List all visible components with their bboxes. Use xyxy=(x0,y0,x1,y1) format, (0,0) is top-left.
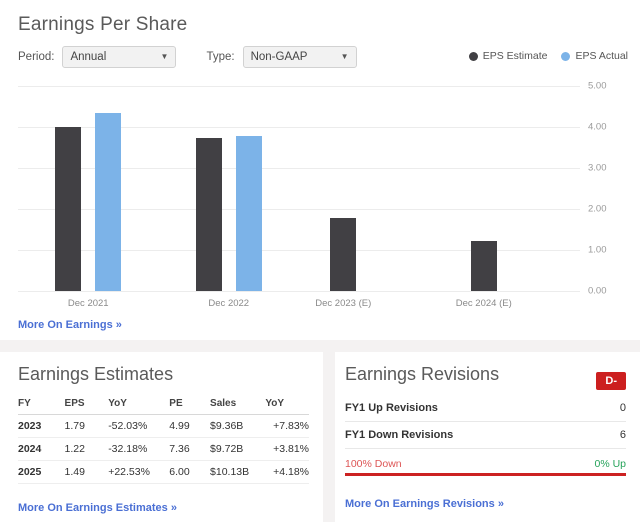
chevron-down-icon: ▼ xyxy=(340,52,349,61)
bottom-panels: Earnings Estimates FY EPS YoY PE Sales Y… xyxy=(0,352,640,522)
table-header-row: FY EPS YoY PE Sales YoY xyxy=(18,395,309,415)
revisions-grade-badge: D- xyxy=(596,371,626,390)
cell-eps-yoy: -32.18% xyxy=(108,437,170,461)
cell-pe: 7.36 xyxy=(169,437,211,461)
x-axis-tick-label: Dec 2023 (E) xyxy=(315,298,372,309)
y-axis-tick-label: 1.00 xyxy=(588,244,607,256)
fy1-up-revisions-label: FY1 Up Revisions xyxy=(345,402,438,414)
cell-eps-yoy: +22.53% xyxy=(108,460,170,484)
cell-fy: 2024 xyxy=(18,437,65,461)
x-axis-tick-label: Dec 2022 xyxy=(208,298,250,309)
fy1-up-revisions-row: FY1 Up Revisions 0 xyxy=(345,395,626,422)
column-header-yoy: YoY xyxy=(108,395,170,415)
earnings-estimates-panel: Earnings Estimates FY EPS YoY PE Sales Y… xyxy=(0,352,323,522)
panel-divider xyxy=(323,352,335,522)
table-row: 2024 1.22 -32.18% 7.36 $9.72B +3.81% xyxy=(18,437,309,461)
period-label: Period: xyxy=(18,51,55,63)
y-axis-tick-label: 2.00 xyxy=(588,203,607,215)
more-on-earnings-link[interactable]: More On Earnings » xyxy=(18,319,122,331)
more-on-earnings-estimates-link[interactable]: More On Earnings Estimates » xyxy=(18,502,177,514)
chart-x-axis: Dec 2021 Dec 2022 Dec 2023 (E) Dec 2024 (E) xyxy=(18,294,580,314)
chart-legend: EPS Estimate EPS Actual xyxy=(468,50,628,62)
cell-sales-yoy: +3.81% xyxy=(265,437,309,461)
period-select-value: Annual xyxy=(70,51,107,63)
table-row: 2025 1.49 +22.53% 6.00 $10.13B +4.18% xyxy=(18,460,309,484)
gridline xyxy=(18,291,580,292)
cell-sales: $9.72B xyxy=(210,437,266,461)
more-on-earnings-revisions-link[interactable]: More On Earnings Revisions » xyxy=(345,498,504,510)
type-select-value: Non-GAAP xyxy=(250,51,308,63)
cell-sales: $9.36B xyxy=(210,414,266,438)
table-row: 2023 1.79 -52.03% 4.99 $9.36B +7.83% xyxy=(18,414,309,438)
earnings-estimates-table: FY EPS YoY PE Sales YoY 2023 1.79 -52.03% 4… xyxy=(18,395,309,484)
earnings-estimates-title: Earnings Estimates xyxy=(18,364,174,384)
type-label: Type: xyxy=(206,51,235,63)
chart-bar[interactable] xyxy=(235,136,262,291)
chart-bar[interactable] xyxy=(55,127,82,291)
chart-controls: Period: Annual ▼ Type: Non-GAAP ▼ xyxy=(18,46,357,68)
y-axis-tick-label: 3.00 xyxy=(588,162,607,174)
section-divider xyxy=(0,340,640,352)
column-header-sales: Sales xyxy=(210,395,266,415)
y-axis-tick-label: 4.00 xyxy=(588,121,607,133)
type-select[interactable]: Non-GAAP ▼ xyxy=(242,46,357,68)
page-title: Earnings Per Share xyxy=(18,14,188,35)
chevron-down-icon: ▼ xyxy=(160,52,169,61)
chart-plot-area: 0.00 1.00 2.00 3.00 4.00 5.00 Dec 2021 Dec 202… xyxy=(18,81,622,314)
earnings-revisions-panel: Earnings Revisions D- FY1 Up Revisions 0… xyxy=(335,352,640,522)
legend-label: EPS Actual xyxy=(575,50,628,62)
column-header-sales-yoy: YoY xyxy=(265,395,309,415)
chart-bar[interactable] xyxy=(470,240,497,291)
fy1-down-revisions-row: FY1 Down Revisions 6 xyxy=(345,422,626,449)
chart-bar[interactable] xyxy=(195,138,222,291)
cell-fy: 2023 xyxy=(18,414,65,438)
chart-bar[interactable] xyxy=(330,217,357,291)
chart-bars xyxy=(18,86,580,291)
cell-sales-yoy: +7.83% xyxy=(265,414,309,438)
legend-swatch-icon xyxy=(561,51,571,61)
legend-item-eps-estimate[interactable]: EPS Estimate xyxy=(468,50,548,62)
fy1-down-revisions-label: FY1 Down Revisions xyxy=(345,429,454,441)
earnings-revisions-header: Earnings Revisions D- xyxy=(345,364,626,395)
cell-sales: $10.13B xyxy=(210,460,266,484)
legend-item-eps-actual[interactable]: EPS Actual xyxy=(561,50,628,62)
earnings-revisions-title: Earnings Revisions xyxy=(345,364,500,384)
cell-eps: 1.49 xyxy=(64,460,109,484)
cell-pe: 6.00 xyxy=(169,460,211,484)
earnings-per-share-card: Earnings Per Share Period: Annual ▼ Type… xyxy=(0,0,640,340)
fy1-up-revisions-value: 0 xyxy=(619,402,626,414)
legend-swatch-icon xyxy=(468,51,478,61)
x-axis-tick-label: Dec 2024 (E) xyxy=(455,298,512,309)
x-axis-tick-label: Dec 2021 xyxy=(67,298,109,309)
percent-down-label: 100% Down xyxy=(345,458,402,470)
column-header-fy: FY xyxy=(18,395,65,415)
cell-eps-yoy: -52.03% xyxy=(108,414,170,438)
cell-fy: 2025 xyxy=(18,460,65,484)
revisions-progress-bar xyxy=(345,473,626,476)
legend-label: EPS Estimate xyxy=(482,50,548,62)
percent-up-label: 0% Up xyxy=(594,458,626,470)
cell-pe: 4.99 xyxy=(169,414,211,438)
y-axis-tick-label: 5.00 xyxy=(588,80,607,92)
period-select[interactable]: Annual ▼ xyxy=(62,46,177,68)
y-axis-tick-label: 0.00 xyxy=(588,285,607,297)
cell-eps: 1.79 xyxy=(64,414,109,438)
fy1-down-revisions-value: 6 xyxy=(619,429,626,441)
cell-eps: 1.22 xyxy=(64,437,109,461)
column-header-eps: EPS xyxy=(64,395,109,415)
revisions-percent-row: 100% Down 0% Up xyxy=(345,449,626,473)
chart-bar[interactable] xyxy=(95,112,122,291)
cell-sales-yoy: +4.18% xyxy=(265,460,309,484)
column-header-pe: PE xyxy=(169,395,211,415)
